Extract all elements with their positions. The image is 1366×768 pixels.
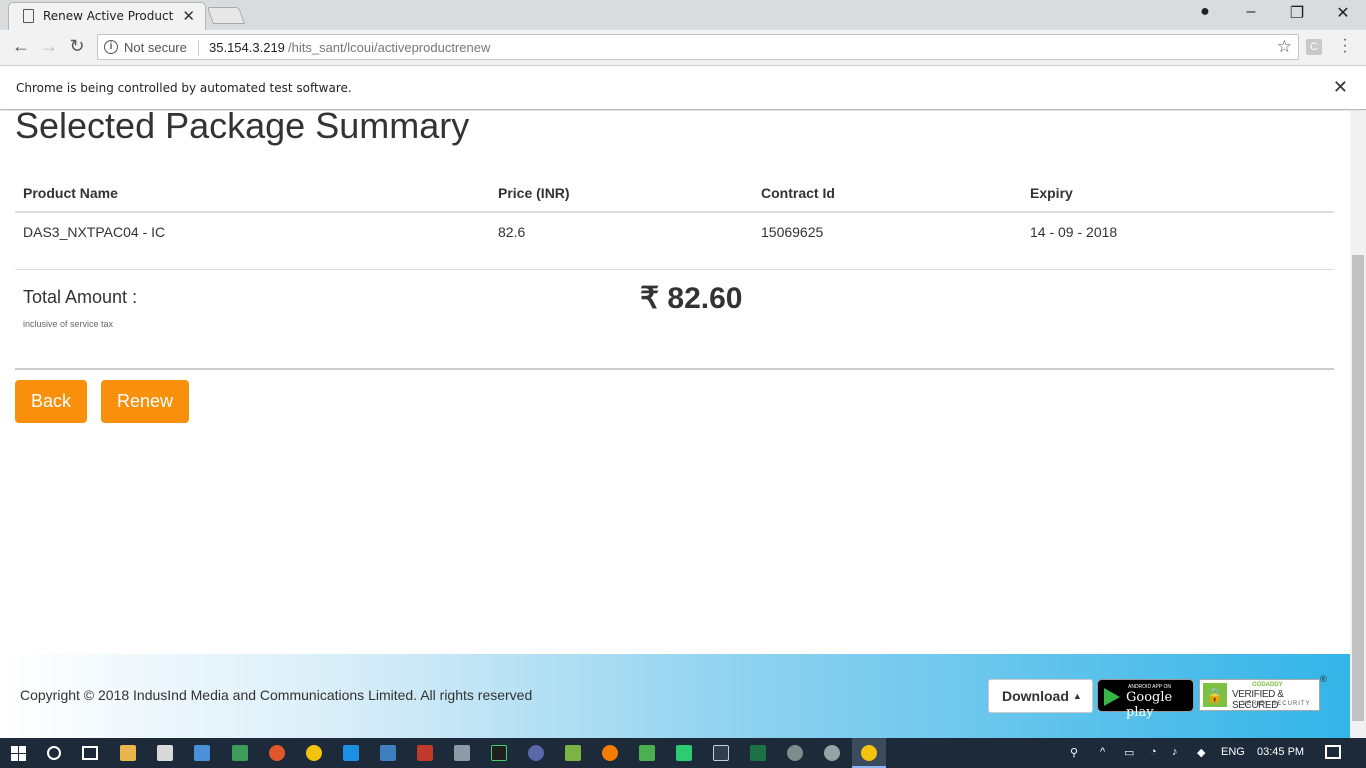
download-dropdown-button[interactable]: Download ▲ bbox=[988, 679, 1093, 713]
active-chrome-taskbar-button[interactable] bbox=[852, 738, 886, 768]
teamviewer-icon[interactable] bbox=[343, 745, 359, 761]
chrome-icon bbox=[861, 745, 877, 761]
app-icon[interactable] bbox=[528, 745, 544, 761]
app-icon[interactable] bbox=[417, 745, 433, 761]
browser-tab-bar: Renew Active Product ✕ ● – ❐ ✕ bbox=[0, 0, 1366, 30]
total-amount-label: Total Amount : bbox=[23, 287, 138, 307]
address-bar[interactable]: i Not secure 35.154.3.219 /hits_sant/lco… bbox=[97, 34, 1299, 60]
reload-icon[interactable]: ↻ bbox=[65, 36, 89, 57]
profile-icon[interactable]: ● bbox=[1190, 3, 1220, 21]
package-table: Product Name Price (INR) Contract Id Exp… bbox=[15, 175, 1334, 251]
chrome-icon[interactable] bbox=[306, 745, 322, 761]
godaddy-brand: GODADDY bbox=[1252, 682, 1283, 688]
tab-close-icon[interactable]: ✕ bbox=[182, 7, 195, 25]
lock-icon: 🔒 bbox=[1203, 683, 1227, 707]
column-header: Contract Id bbox=[753, 175, 1022, 213]
table-row: DAS3_NXTPAC04 - IC 82.6 15069625 14 - 09… bbox=[15, 212, 1334, 251]
battery-icon[interactable]: ▭ bbox=[1124, 746, 1134, 759]
windows-start-icon[interactable] bbox=[11, 746, 26, 761]
google-play-badge[interactable]: ANDROID APP ON Google play bbox=[1097, 679, 1194, 720]
godaddy-seal[interactable]: 🔒 GODADDY VERIFIED & SECURED VERIFY SECU… bbox=[1199, 679, 1320, 711]
file-explorer-icon[interactable] bbox=[120, 745, 136, 761]
footer: Copyright © 2018 IndusInd Media and Comm… bbox=[0, 654, 1350, 738]
registered-mark: ® bbox=[1320, 674, 1327, 684]
app-icon[interactable] bbox=[676, 745, 692, 761]
security-label[interactable]: Not secure bbox=[124, 40, 187, 55]
column-header: Price (INR) bbox=[490, 175, 753, 213]
download-label: Download bbox=[1002, 688, 1069, 704]
table-header-row: Product Name Price (INR) Contract Id Exp… bbox=[15, 175, 1334, 213]
extension-icon[interactable]: C bbox=[1306, 39, 1322, 55]
expiry-cell: 14 - 09 - 2018 bbox=[1030, 224, 1118, 240]
divider bbox=[15, 269, 1334, 270]
product-name-cell: DAS3_NXTPAC04 - IC bbox=[23, 224, 166, 240]
app-icon[interactable] bbox=[454, 745, 470, 761]
android-icon[interactable] bbox=[565, 745, 581, 761]
url-host: 35.154.3.219 bbox=[209, 40, 285, 55]
forward-arrow-icon[interactable]: → bbox=[37, 36, 61, 57]
total-amount-note: inclusive of service tax bbox=[23, 319, 114, 329]
browser-menu-icon[interactable]: · · · bbox=[1338, 32, 1352, 60]
task-view-icon[interactable] bbox=[82, 746, 98, 760]
app-window-icon[interactable] bbox=[194, 745, 210, 761]
network-app-icon[interactable] bbox=[232, 745, 248, 761]
cortana-search-icon[interactable] bbox=[47, 746, 61, 760]
divider bbox=[15, 368, 1334, 370]
excel-icon[interactable] bbox=[750, 745, 766, 761]
browser-tab[interactable]: Renew Active Product ✕ bbox=[8, 2, 206, 30]
scrollbar-thumb[interactable] bbox=[1352, 255, 1364, 721]
infobar-close-icon[interactable]: ✕ bbox=[1333, 77, 1348, 98]
godaddy-title: VERIFIED & SECURED bbox=[1232, 689, 1284, 711]
page-title: Selected Package Summary bbox=[15, 111, 470, 146]
settings-icon[interactable] bbox=[713, 745, 729, 761]
bookmark-star-icon[interactable]: ☆ bbox=[1277, 37, 1292, 57]
address-separator bbox=[198, 40, 199, 56]
taskbar: ⚲ ^ ▭ ◔ ♪ ◆ ENG 03:45 PM bbox=[0, 738, 1366, 768]
wifi-icon[interactable]: ◔ bbox=[1150, 746, 1157, 758]
window-close-icon[interactable]: ✕ bbox=[1328, 3, 1358, 23]
app-icon[interactable] bbox=[824, 745, 840, 761]
app-icon[interactable] bbox=[639, 745, 655, 761]
app-icon[interactable] bbox=[380, 745, 396, 761]
clock[interactable]: 03:45 PM bbox=[1257, 746, 1304, 758]
total-amount-value: ₹ 82.60 bbox=[640, 282, 743, 315]
chevron-up-icon[interactable]: ^ bbox=[1100, 746, 1105, 758]
volume-icon[interactable]: ♪ bbox=[1172, 746, 1178, 758]
language-indicator[interactable]: ENG bbox=[1221, 746, 1245, 758]
people-icon[interactable]: ⚲ bbox=[1070, 746, 1078, 759]
app-icon[interactable] bbox=[269, 745, 285, 761]
pycharm-icon[interactable] bbox=[491, 745, 507, 761]
contract-id-cell: 15069625 bbox=[761, 224, 824, 240]
info-icon[interactable]: i bbox=[104, 40, 118, 54]
column-header: Expiry bbox=[1022, 175, 1334, 213]
price-cell: 82.6 bbox=[498, 224, 526, 240]
app-icon[interactable] bbox=[787, 745, 803, 761]
url-path: /hits_sant/lcoui/activeproductrenew bbox=[288, 40, 491, 55]
caret-up-icon: ▲ bbox=[1072, 691, 1082, 701]
renew-button[interactable]: Renew bbox=[101, 380, 189, 423]
notifications-icon[interactable] bbox=[1325, 745, 1341, 759]
copyright-text: Copyright © 2018 IndusInd Media and Comm… bbox=[20, 687, 533, 703]
play-store-icon bbox=[1104, 688, 1120, 706]
page-content: Selected Package Summary Product Name Pr… bbox=[0, 111, 1350, 738]
page-scrollbar[interactable] bbox=[1350, 111, 1366, 738]
google-play-label: Google play bbox=[1126, 690, 1173, 720]
restore-icon[interactable]: ❐ bbox=[1282, 3, 1312, 23]
minimize-icon[interactable]: – bbox=[1236, 3, 1266, 21]
automation-infobar: Chrome is being controlled by automated … bbox=[0, 67, 1366, 110]
tab-title: Renew Active Product bbox=[43, 9, 174, 23]
back-arrow-icon[interactable]: ← bbox=[9, 36, 33, 57]
dropbox-icon[interactable]: ◆ bbox=[1197, 746, 1205, 759]
firefox-icon[interactable] bbox=[602, 745, 618, 761]
column-header: Product Name bbox=[15, 175, 490, 213]
infobar-message: Chrome is being controlled by automated … bbox=[16, 81, 352, 95]
page-icon bbox=[23, 9, 34, 23]
back-button[interactable]: Back bbox=[15, 380, 87, 423]
new-tab-button[interactable] bbox=[206, 7, 246, 24]
godaddy-sub: VERIFY SECURITY bbox=[1242, 701, 1311, 707]
store-icon[interactable] bbox=[157, 745, 173, 761]
browser-toolbar: ← → ↻ i Not secure 35.154.3.219 /hits_sa… bbox=[0, 30, 1366, 66]
